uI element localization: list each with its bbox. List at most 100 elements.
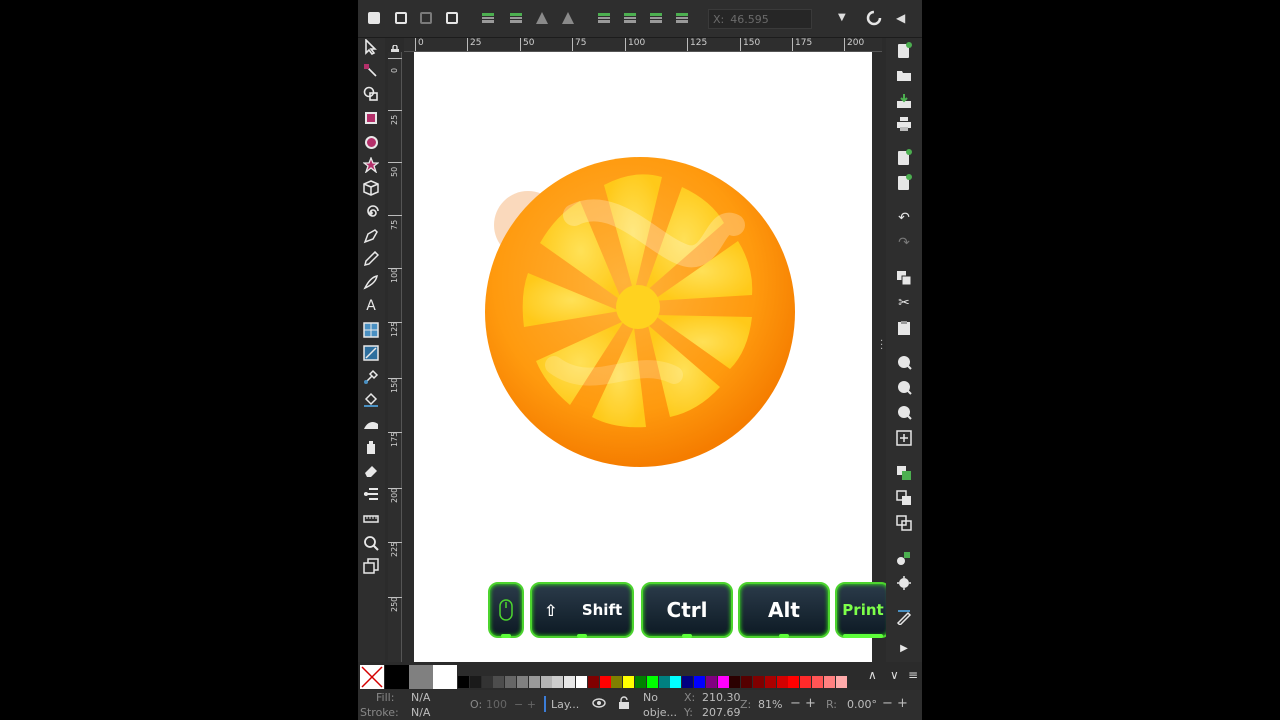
orange-slice-drawing[interactable] [484, 155, 796, 469]
group-icon[interactable] [896, 550, 912, 566]
palette-swatch[interactable] [481, 676, 493, 688]
star-icon[interactable] [362, 156, 380, 174]
layer-visibility-icon[interactable] [592, 696, 606, 713]
palette-swatch[interactable] [694, 676, 705, 688]
palette-swatch[interactable] [705, 676, 717, 688]
palette-swatch[interactable] [623, 676, 635, 688]
palette-swatch[interactable] [635, 676, 646, 688]
palette-swatch[interactable] [493, 676, 505, 688]
palette-swatch[interactable] [505, 676, 517, 688]
selector-icon[interactable] [362, 38, 380, 56]
gray-swatch[interactable] [409, 665, 433, 689]
palette-swatch[interactable] [823, 676, 835, 688]
eraser-icon[interactable] [362, 462, 380, 480]
palette-swatch[interactable] [599, 676, 611, 688]
tweak-icon[interactable] [362, 415, 380, 433]
x-coordinate-field[interactable]: X: 46.595 [708, 9, 812, 29]
palette-swatch[interactable] [540, 676, 552, 688]
undo-icon[interactable]: ↶ [896, 210, 912, 226]
dock-handle[interactable]: · · · [880, 337, 883, 355]
raise-icon[interactable] [622, 10, 638, 26]
unlink-clone-icon[interactable] [896, 515, 912, 531]
copy-icon[interactable] [896, 270, 912, 286]
node-icon[interactable] [362, 62, 380, 80]
palette-swatch[interactable] [729, 676, 741, 688]
spray-icon[interactable] [362, 438, 380, 456]
clone-icon[interactable] [896, 490, 912, 506]
zoom-field[interactable]: 81% [758, 698, 782, 711]
rotate-field[interactable]: 0.00° [847, 698, 877, 711]
raise-to-top-icon[interactable] [596, 10, 612, 26]
white-swatch[interactable] [433, 665, 457, 689]
cut-icon[interactable]: ✂ [896, 295, 912, 311]
toolbar-overflow-icon[interactable]: ▼ [838, 10, 854, 26]
palette-swatch[interactable] [741, 676, 753, 688]
dropper-icon[interactable] [362, 368, 380, 386]
select-all-icon[interactable] [366, 10, 382, 26]
measure-icon[interactable] [362, 509, 380, 527]
duplicate-icon[interactable] [896, 465, 912, 481]
palette-swatch[interactable] [564, 676, 576, 688]
pages-icon[interactable] [362, 557, 380, 575]
zoom-drawing-icon[interactable] [896, 380, 912, 396]
fill-value[interactable]: N/A [411, 691, 430, 704]
palette-swatch[interactable] [528, 676, 540, 688]
connector-icon[interactable] [362, 485, 380, 503]
rectangle-icon[interactable] [362, 109, 380, 127]
fill-stroke-icon[interactable] [896, 609, 912, 627]
paint-bucket-icon[interactable] [362, 391, 380, 409]
zoom-icon[interactable] [362, 534, 380, 552]
expand-icon[interactable]: ▶ [896, 641, 912, 657]
palette-swatch[interactable] [552, 676, 564, 688]
palette-swatch[interactable] [587, 676, 599, 688]
export-icon[interactable] [896, 174, 912, 191]
palette-swatch[interactable] [764, 676, 776, 688]
palette-swatch[interactable] [717, 676, 729, 688]
snap-toggle-icon[interactable] [866, 10, 882, 26]
lower-icon[interactable] [648, 10, 664, 26]
opacity-field[interactable]: 100 [486, 698, 507, 711]
stroke-value[interactable]: N/A [411, 706, 430, 719]
palette-swatch[interactable] [576, 676, 587, 688]
palette-swatch[interactable] [788, 676, 800, 688]
palette-swatch[interactable] [682, 676, 694, 688]
lock-guides-icon[interactable] [390, 40, 400, 55]
canvas[interactable]: ⇧ Shift Ctrl Alt Print [404, 52, 891, 662]
calligraphy-icon[interactable] [362, 273, 380, 291]
layer-selector[interactable]: Lay... [551, 698, 579, 711]
snap-popover-icon[interactable]: ◀ [896, 10, 912, 26]
opacity-stepper[interactable]: − + [514, 698, 536, 711]
palette-swatch[interactable] [611, 676, 623, 688]
palette-swatch[interactable] [670, 676, 682, 688]
zoom-stepper[interactable]: − + [790, 696, 816, 711]
palette-swatch[interactable] [658, 676, 670, 688]
black-swatch[interactable] [385, 665, 409, 689]
palette-swatch[interactable] [835, 676, 847, 688]
paste-icon[interactable] [896, 320, 912, 336]
new-document-icon[interactable] [896, 42, 912, 59]
palette-swatch[interactable] [469, 676, 481, 688]
shape-builder-icon[interactable] [362, 85, 380, 103]
palette-scroll-up-icon[interactable]: ∧ [868, 668, 877, 682]
mesh-icon[interactable] [362, 321, 380, 339]
pen-icon[interactable] [362, 227, 380, 245]
rotate-stepper[interactable]: − + [882, 696, 908, 711]
pencil-icon[interactable] [362, 250, 380, 268]
palette-swatch[interactable] [753, 676, 764, 688]
spiral-icon[interactable] [362, 204, 380, 222]
gradient-icon[interactable] [362, 344, 380, 362]
layer-lock-icon[interactable] [618, 696, 630, 713]
palette-swatch[interactable] [517, 676, 528, 688]
palette-swatch[interactable] [800, 676, 812, 688]
deselect-icon[interactable] [418, 10, 434, 26]
3d-box-icon[interactable] [362, 179, 380, 197]
print-icon[interactable] [896, 116, 912, 132]
zoom-selection-icon[interactable] [896, 355, 912, 371]
palette-swatch[interactable] [646, 676, 658, 688]
none-swatch[interactable] [360, 665, 384, 689]
flip-vertical-icon[interactable] [560, 10, 576, 26]
zoom-fit-icon[interactable] [896, 430, 912, 446]
palette-scroll-down-icon[interactable]: ∨ [890, 668, 899, 682]
ungroup-icon[interactable] [896, 575, 912, 591]
select-same-icon[interactable] [444, 10, 460, 26]
